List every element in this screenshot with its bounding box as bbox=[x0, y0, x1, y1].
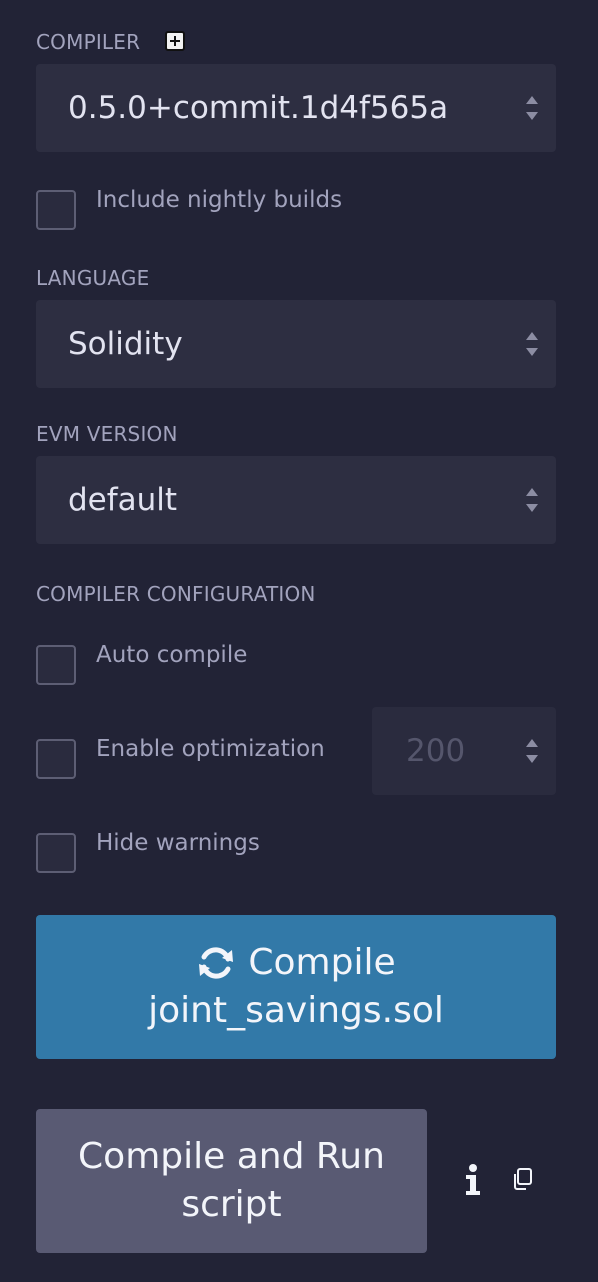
evm-version-select[interactable]: default bbox=[36, 456, 556, 544]
hide-warnings-label: Hide warnings bbox=[96, 830, 260, 856]
nightly-builds-label: Include nightly builds bbox=[96, 187, 343, 213]
evm-version-section-label: EVM VERSION bbox=[36, 422, 178, 446]
language-select[interactable]: Solidity bbox=[36, 300, 556, 388]
compiler-section-label: COMPILER bbox=[36, 30, 141, 54]
select-arrows-icon bbox=[526, 95, 538, 121]
compile-and-run-label: Compile and Run bbox=[78, 1136, 385, 1177]
stepper-arrows-icon[interactable] bbox=[526, 738, 538, 764]
add-compiler-icon[interactable] bbox=[165, 31, 185, 51]
sync-icon bbox=[199, 947, 234, 979]
auto-compile-label: Auto compile bbox=[96, 642, 248, 668]
compile-button[interactable]: Compile joint_savings.sol bbox=[36, 915, 556, 1059]
compile-target-file: joint_savings.sol bbox=[148, 990, 444, 1031]
copy-icon[interactable] bbox=[511, 1167, 533, 1191]
nightly-builds-checkbox[interactable] bbox=[36, 190, 76, 230]
language-section-label: LANGUAGE bbox=[36, 266, 150, 290]
enable-optimization-label: Enable optimization bbox=[96, 736, 325, 762]
info-icon[interactable] bbox=[462, 1164, 484, 1196]
hide-warnings-checkbox[interactable] bbox=[36, 833, 76, 873]
optimization-runs-input[interactable]: 200 bbox=[372, 707, 556, 795]
compile-and-run-button[interactable]: Compile and Run script bbox=[36, 1109, 427, 1253]
select-arrows-icon bbox=[526, 487, 538, 513]
compiler-version-select[interactable]: 0.5.0+commit.1d4f565a bbox=[36, 64, 556, 152]
compiler-version-value: 0.5.0+commit.1d4f565a bbox=[68, 90, 449, 126]
auto-compile-checkbox[interactable] bbox=[36, 645, 76, 685]
compiler-configuration-label: COMPILER CONFIGURATION bbox=[36, 582, 316, 606]
language-value: Solidity bbox=[68, 326, 183, 362]
select-arrows-icon bbox=[526, 331, 538, 357]
enable-optimization-checkbox[interactable] bbox=[36, 739, 76, 779]
optimization-runs-value: 200 bbox=[406, 733, 466, 769]
compile-and-run-label-2: script bbox=[181, 1184, 282, 1225]
evm-version-value: default bbox=[68, 482, 178, 518]
compile-button-label: Compile bbox=[248, 942, 396, 983]
